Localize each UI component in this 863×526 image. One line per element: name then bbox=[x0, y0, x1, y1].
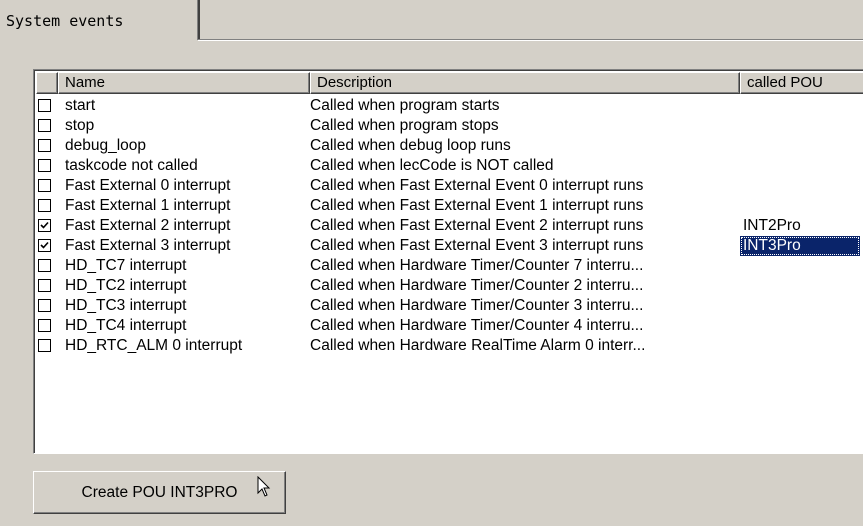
checkbox[interactable] bbox=[38, 299, 51, 312]
called-pou-cell[interactable]: INT2Pro bbox=[743, 216, 801, 236]
event-description: Called when program starts bbox=[310, 97, 500, 114]
checkmark-icon bbox=[40, 241, 49, 249]
event-description: Called when Fast External Event 3 interr… bbox=[310, 237, 644, 254]
list-rows: start Called when program starts stop Calle… bbox=[36, 96, 863, 356]
checkbox[interactable] bbox=[38, 139, 51, 152]
event-description: Called when Hardware Timer/Counter 3 int… bbox=[310, 297, 644, 314]
table-row[interactable]: HD_TC7 interrupt Called when Hardware Tim… bbox=[36, 256, 863, 276]
event-name: HD_RTC_ALM 0 interrupt bbox=[65, 337, 243, 354]
tab-divider bbox=[198, 39, 863, 41]
event-name: stop bbox=[65, 117, 95, 134]
table-row[interactable]: Fast External 3 interrupt Called when Fas… bbox=[36, 236, 863, 256]
event-name: HD_TC7 interrupt bbox=[65, 257, 187, 274]
header-called-pou[interactable]: called POU bbox=[740, 72, 863, 94]
table-row[interactable]: HD_TC3 interrupt Called when Hardware Tim… bbox=[36, 296, 863, 316]
checkbox[interactable] bbox=[38, 339, 51, 352]
event-name: debug_loop bbox=[65, 137, 147, 154]
checkmark-icon bbox=[40, 221, 49, 229]
event-name: taskcode not called bbox=[65, 157, 198, 174]
tab-strip: System events bbox=[0, 0, 863, 41]
checkbox[interactable] bbox=[38, 99, 51, 112]
checkbox-checked[interactable] bbox=[38, 219, 51, 232]
header-name[interactable]: Name bbox=[58, 72, 310, 94]
header-check-column[interactable] bbox=[36, 72, 58, 94]
table-row[interactable]: stop Called when program stops bbox=[36, 116, 863, 136]
checkbox[interactable] bbox=[38, 279, 51, 292]
table-row[interactable]: Fast External 2 interrupt Called when Fas… bbox=[36, 216, 863, 236]
checkbox[interactable] bbox=[38, 159, 51, 172]
table-row[interactable]: HD_TC2 interrupt Called when Hardware Tim… bbox=[36, 276, 863, 296]
event-name: HD_TC3 interrupt bbox=[65, 297, 187, 314]
event-description: Called when Fast External Event 2 interr… bbox=[310, 217, 644, 234]
checkbox[interactable] bbox=[38, 259, 51, 272]
event-description: Called when lecCode is NOT called bbox=[310, 157, 554, 174]
checkbox[interactable] bbox=[38, 199, 51, 212]
event-description: Called when program stops bbox=[310, 117, 499, 134]
event-name: start bbox=[65, 97, 96, 114]
table-row[interactable]: HD_RTC_ALM 0 interrupt Called when Hardwa… bbox=[36, 336, 863, 356]
list-header: Name Description called POU bbox=[36, 72, 863, 94]
event-description: Called when Hardware Timer/Counter 7 int… bbox=[310, 257, 644, 274]
table-row[interactable]: taskcode not called Called when lecCode i… bbox=[36, 156, 863, 176]
header-description[interactable]: Description bbox=[310, 72, 740, 94]
events-list[interactable]: Name Description called POU start Called … bbox=[33, 69, 863, 454]
table-row[interactable]: Fast External 1 interrupt Called when Fas… bbox=[36, 196, 863, 216]
event-name: Fast External 0 interrupt bbox=[65, 177, 231, 194]
tab-label: System events bbox=[6, 12, 124, 30]
checkbox[interactable] bbox=[38, 119, 51, 132]
arrow-cursor-icon bbox=[257, 476, 271, 497]
create-pou-button[interactable]: Create POU INT3PRO bbox=[33, 471, 286, 514]
event-description: Called when Hardware Timer/Counter 2 int… bbox=[310, 277, 644, 294]
checkbox-checked[interactable] bbox=[38, 239, 51, 252]
event-name: Fast External 3 interrupt bbox=[65, 237, 231, 254]
table-row[interactable]: debug_loop Called when debug loop runs bbox=[36, 136, 863, 156]
checkbox[interactable] bbox=[38, 319, 51, 332]
tab-system-events[interactable]: System events bbox=[0, 0, 200, 40]
table-row[interactable]: HD_TC4 interrupt Called when Hardware Tim… bbox=[36, 316, 863, 336]
event-name: Fast External 1 interrupt bbox=[65, 197, 231, 214]
called-pou-cell[interactable]: INT3Pro bbox=[740, 236, 860, 256]
checkbox[interactable] bbox=[38, 179, 51, 192]
event-description: Called when Hardware Timer/Counter 4 int… bbox=[310, 317, 644, 334]
event-description: Called when debug loop runs bbox=[310, 137, 511, 154]
event-description: Called when Fast External Event 0 interr… bbox=[310, 177, 644, 194]
event-description: Called when Hardware RealTime Alarm 0 in… bbox=[310, 337, 646, 354]
event-name: HD_TC4 interrupt bbox=[65, 317, 187, 334]
table-row[interactable]: Fast External 0 interrupt Called when Fas… bbox=[36, 176, 863, 196]
event-description: Called when Fast External Event 1 interr… bbox=[310, 197, 644, 214]
event-name: Fast External 2 interrupt bbox=[65, 217, 231, 234]
event-name: HD_TC2 interrupt bbox=[65, 277, 187, 294]
table-row[interactable]: start Called when program starts bbox=[36, 96, 863, 116]
